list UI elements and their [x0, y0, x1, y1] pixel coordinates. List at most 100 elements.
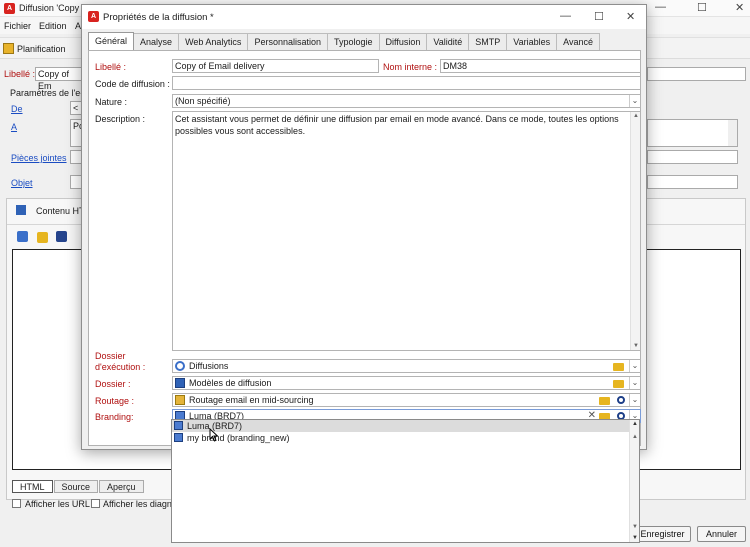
bg-a-scrollbar[interactable]	[728, 120, 737, 146]
dossier-execution-label-2: d'exécution :	[95, 362, 146, 372]
dialog-title: Propriétés de la diffusion *	[103, 12, 214, 23]
nom-interne-label: Nom interne :	[383, 62, 438, 72]
bg-a-link[interactable]: A	[11, 122, 17, 132]
bg-objet-link[interactable]: Objet	[11, 178, 33, 188]
nature-label: Nature :	[95, 97, 128, 107]
tab-apercu[interactable]: Aperçu	[99, 480, 144, 493]
planification-icon	[3, 43, 14, 54]
menu-edition[interactable]: Edition	[39, 21, 67, 31]
code-diffusion-label: Code de diffusion :	[95, 79, 170, 89]
tab-source[interactable]: Source	[53, 480, 99, 493]
bg-pieces-link[interactable]: Pièces jointes	[11, 153, 67, 163]
dialog-app-icon: A	[88, 11, 99, 22]
libelle-input[interactable]: Copy of Email delivery	[172, 59, 379, 73]
bg-minimize-icon[interactable]: —	[655, 1, 666, 13]
enregistrer-button[interactable]: Enregistrer	[634, 526, 691, 542]
dossier-execution-value: Diffusions	[189, 361, 229, 371]
mouse-cursor-icon	[209, 428, 219, 442]
dialog-tabs: Général Analyse Web Analytics Personnali…	[88, 32, 600, 50]
routage-label: Routage :	[95, 396, 135, 406]
bg-libelle-input-tail[interactable]	[647, 67, 746, 81]
bg-params-title: Paramètres de l'e-m	[10, 88, 91, 98]
scroll-top-icon[interactable]: ▲	[632, 421, 638, 427]
dossier-input[interactable]: Modèles de diffusion ⌄	[172, 376, 641, 390]
dialog-maximize-icon[interactable]: ☐	[594, 10, 604, 23]
branding-option-mybrand[interactable]: my brand (branding_new)	[172, 432, 639, 444]
bg-close-icon[interactable]: ✕	[735, 1, 744, 14]
scroll-bottom-icon[interactable]: ▼	[632, 535, 638, 541]
chevron-down-icon[interactable]: ⌄	[629, 377, 640, 389]
tab-smtp[interactable]: SMTP	[468, 33, 508, 50]
dialog-close-icon[interactable]: ✕	[626, 10, 635, 23]
bg-de-link[interactable]: De	[11, 104, 23, 114]
tab-validite[interactable]: Validité	[426, 33, 470, 50]
branding-option-luma[interactable]: Luma (BRD7)	[172, 420, 639, 432]
bg-pieces-input-tail[interactable]	[647, 150, 738, 164]
tab-variables[interactable]: Variables	[506, 33, 558, 50]
description-label: Description :	[95, 114, 146, 124]
description-scrollbar[interactable]: ▲ ▼	[630, 112, 640, 350]
bg-objet-input-tail[interactable]	[647, 175, 738, 189]
bg-maximize-icon[interactable]: ☐	[697, 1, 707, 14]
folder-icon[interactable]	[613, 380, 624, 388]
dialog-minimize-icon[interactable]: —	[560, 10, 571, 22]
scroll-down-icon[interactable]: ▼	[632, 524, 638, 530]
background-window-title: Diffusion 'Copy o	[19, 3, 87, 13]
branding-icon	[174, 433, 183, 442]
dialog-titlebar: A Propriétés de la diffusion * — ☐ ✕	[82, 5, 646, 29]
nature-value: (Non spécifié)	[175, 96, 231, 106]
branding-icon	[174, 421, 183, 430]
scroll-up-icon[interactable]: ▲	[632, 434, 638, 440]
bg-a-input-tail[interactable]	[647, 119, 738, 147]
branding-dropdown: Luma (BRD7) my brand (branding_new) ▲ ▲ …	[171, 419, 640, 543]
bg-libelle-input[interactable]: Copy of Em	[35, 67, 83, 91]
routage-input[interactable]: Routage email en mid-sourcing ⌄	[172, 393, 641, 407]
dossier-execution-input[interactable]: Diffusions ⌄	[172, 359, 641, 373]
nom-interne-input[interactable]: DM38	[440, 59, 641, 73]
tab-html[interactable]: HTML	[12, 480, 53, 493]
scroll-down-icon[interactable]: ▼	[633, 343, 639, 349]
chevron-down-icon[interactable]: ⌄	[629, 360, 640, 372]
tab-avance[interactable]: Avancé	[556, 33, 600, 50]
app-logo-icon: A	[4, 3, 15, 14]
description-text: Cet assistant vous permet de définir une…	[175, 114, 619, 136]
description-textarea[interactable]: Cet assistant vous permet de définir une…	[172, 111, 641, 351]
diffusions-folder-icon	[175, 361, 185, 371]
tab-web-analytics[interactable]: Web Analytics	[178, 33, 249, 50]
dossier-execution-label-1: Dossier	[95, 351, 126, 361]
menu-fichier[interactable]: Fichier	[4, 21, 31, 31]
delivery-properties-dialog: A Propriétés de la diffusion * — ☐ ✕ Gén…	[81, 4, 647, 450]
branding-option-label: my brand (branding_new)	[187, 433, 290, 443]
tab-analyse[interactable]: Analyse	[133, 33, 180, 50]
dossier-value: Modèles de diffusion	[189, 378, 272, 388]
tab-personnalisation[interactable]: Personnalisation	[247, 33, 328, 50]
dialog-general-panel: Libellé : Copy of Email delivery Nom int…	[88, 50, 641, 446]
show-urls-label: Afficher les URL	[25, 499, 90, 509]
bg-bottom-tabs: HTML Source Aperçu	[12, 480, 144, 493]
code-diffusion-input[interactable]	[172, 76, 641, 90]
show-urls-checkbox[interactable]	[12, 499, 21, 508]
branding-label: Branding:	[95, 412, 134, 422]
tab-typologie[interactable]: Typologie	[326, 33, 380, 50]
annuler-button[interactable]: Annuler	[697, 526, 746, 542]
planification-button[interactable]: Planification	[17, 44, 66, 54]
show-diagnostics-label: Afficher les diagno	[103, 499, 177, 509]
chevron-down-icon[interactable]: ⌄	[629, 394, 640, 406]
folder-icon[interactable]	[613, 363, 624, 371]
nature-select[interactable]: (Non spécifié) ⌄	[172, 94, 641, 108]
tab-general[interactable]: Général	[88, 32, 135, 50]
dossier-label: Dossier :	[95, 379, 131, 389]
search-icon[interactable]	[617, 396, 625, 404]
dropdown-scrollbar[interactable]: ▲ ▲ ▼ ▼	[629, 420, 639, 542]
templates-folder-icon	[175, 378, 185, 388]
show-diagnostics-checkbox[interactable]	[91, 499, 100, 508]
save-icon[interactable]	[56, 231, 67, 242]
routage-value: Routage email en mid-sourcing	[189, 395, 314, 405]
routing-icon	[175, 395, 185, 405]
tab-diffusion[interactable]: Diffusion	[378, 33, 428, 50]
scroll-up-icon[interactable]: ▲	[633, 113, 639, 119]
open-folder-icon[interactable]	[37, 232, 48, 243]
folder-icon[interactable]	[599, 397, 610, 405]
new-icon[interactable]	[17, 231, 28, 242]
chevron-down-icon[interactable]: ⌄	[629, 95, 640, 107]
